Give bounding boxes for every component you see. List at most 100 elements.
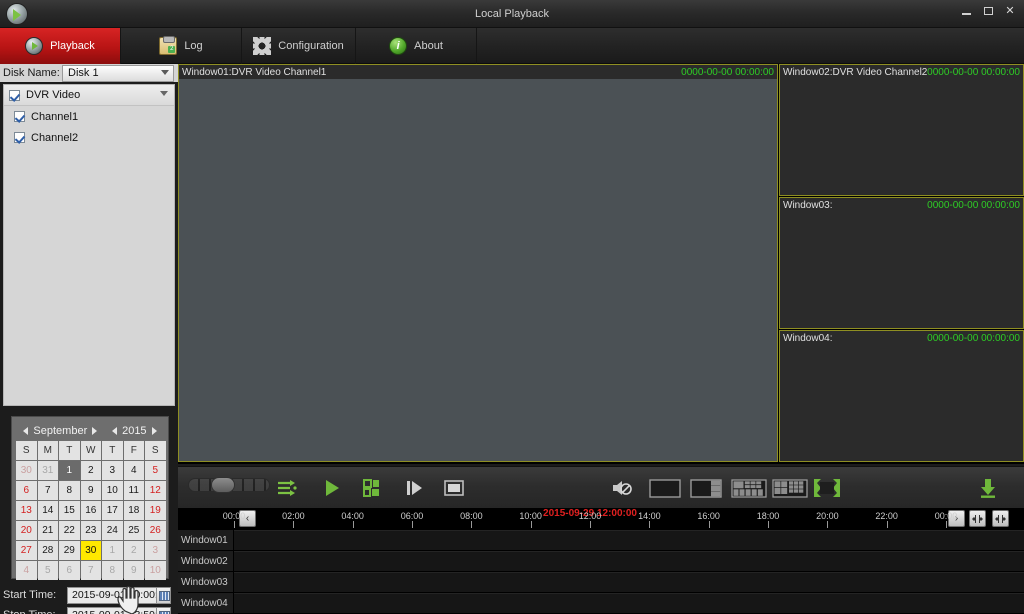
timeline-zoom-in-button[interactable]	[992, 510, 1009, 527]
timeline-row[interactable]: Window03	[178, 572, 1024, 593]
video-window-04[interactable]: Window04: 0000-00-00 00:00:00	[779, 330, 1024, 462]
calendar-day-16[interactable]: 16	[80, 501, 101, 520]
calendar-day-19[interactable]: 19	[145, 501, 166, 520]
calendar-day-7[interactable]: 7	[80, 561, 101, 580]
tree-item-channel1[interactable]: Channel1	[4, 106, 174, 127]
checkbox-channel2[interactable]	[14, 132, 25, 143]
fullscreen-button[interactable]	[812, 477, 842, 499]
tab-configuration[interactable]: Configuration	[242, 28, 356, 64]
disk-name-select[interactable]: Disk 1	[62, 64, 174, 82]
calendar-day-9[interactable]: 9	[80, 481, 101, 500]
calendar-day-1[interactable]: 1	[59, 461, 80, 480]
calendar-day-25[interactable]: 25	[123, 521, 144, 540]
calendar-day-7[interactable]: 7	[37, 481, 58, 500]
calendar-day-6[interactable]: 6	[59, 561, 80, 580]
grid-capture-button[interactable]	[360, 477, 384, 499]
calendar-icon[interactable]	[156, 606, 171, 614]
calendar-day-21[interactable]: 21	[37, 521, 58, 540]
download-button[interactable]	[976, 477, 1000, 499]
calendar-day-12[interactable]: 12	[145, 481, 166, 500]
video-window-03-canvas[interactable]	[780, 212, 1023, 328]
calendar-day-11[interactable]: 11	[123, 481, 144, 500]
tree-item-channel2[interactable]: Channel2	[4, 127, 174, 148]
timeline-track-4[interactable]	[234, 593, 1024, 613]
calendar-day-27[interactable]: 27	[16, 541, 37, 560]
video-window-04-canvas[interactable]	[780, 345, 1023, 461]
calendar-day-28[interactable]: 28	[37, 541, 58, 560]
video-window-01-canvas[interactable]	[179, 79, 777, 461]
calendar-day-9[interactable]: 9	[123, 561, 144, 580]
timeline-tick-2	[352, 521, 354, 528]
layout-4plus9-button[interactable]	[771, 477, 809, 499]
timeline-track-2[interactable]	[234, 551, 1024, 571]
prev-month-button[interactable]	[23, 427, 29, 435]
maximize-button[interactable]	[980, 4, 996, 18]
calendar-day-8[interactable]: 8	[102, 561, 123, 580]
video-window-02[interactable]: Window02:DVR Video Channel2 0000-00-00 0…	[779, 64, 1024, 196]
video-window-01[interactable]: Window01:DVR Video Channel1 0000-00-00 0…	[178, 64, 778, 462]
checkbox-channel1[interactable]	[14, 111, 25, 122]
calendar-day-13[interactable]: 13	[16, 501, 37, 520]
calendar-day-1[interactable]: 1	[102, 541, 123, 560]
calendar-day-23[interactable]: 23	[80, 521, 101, 540]
calendar-day-3[interactable]: 3	[145, 541, 166, 560]
calendar-icon[interactable]	[156, 586, 171, 604]
timeline-row[interactable]: Window04	[178, 593, 1024, 614]
tab-about[interactable]: About	[356, 28, 477, 64]
calendar-day-20[interactable]: 20	[16, 521, 37, 540]
stop-time-row: Stop Time: 2015-09-01 23:59:59	[0, 605, 178, 614]
minimize-button[interactable]	[958, 4, 974, 18]
playback-speed-slider-handle[interactable]	[211, 477, 235, 493]
tree-group-dvr-video[interactable]: DVR Video	[4, 85, 174, 106]
calendar-day-2[interactable]: 2	[80, 461, 101, 480]
calendar-month: September	[33, 425, 88, 437]
calendar-day-18[interactable]: 18	[123, 501, 144, 520]
layout-1plus7-button[interactable]	[730, 477, 768, 499]
timeline-track-1[interactable]	[234, 530, 1024, 550]
tab-log[interactable]: 2 Log	[121, 28, 242, 64]
calendar-day-4[interactable]: 4	[16, 561, 37, 580]
stop-button[interactable]	[442, 477, 466, 499]
calendar-day-31[interactable]: 31	[37, 461, 58, 480]
frame-step-settings-button[interactable]	[276, 477, 300, 499]
play-button[interactable]	[320, 477, 344, 499]
close-button[interactable]: ✕	[1002, 4, 1018, 18]
calendar-day-5[interactable]: 5	[37, 561, 58, 580]
calendar-day-2[interactable]: 2	[123, 541, 144, 560]
single-frame-button[interactable]	[402, 477, 426, 499]
video-window-03[interactable]: Window03: 0000-00-00 00:00:00	[779, 197, 1024, 329]
audio-mute-button[interactable]	[610, 477, 634, 499]
calendar-day-29[interactable]: 29	[59, 541, 80, 560]
calendar-day-5[interactable]: 5	[145, 461, 166, 480]
calendar-day-15[interactable]: 15	[59, 501, 80, 520]
calendar-day-30[interactable]: 30	[16, 461, 37, 480]
calendar-day-26[interactable]: 26	[145, 521, 166, 540]
timeline-row[interactable]: Window01	[178, 530, 1024, 551]
calendar-day-22[interactable]: 22	[59, 521, 80, 540]
timeline-ruler[interactable]: ‹ › 2015-09-29 12:00:00 00:00 02:00 04:00 0…	[178, 508, 1024, 530]
video-window-02-canvas[interactable]	[780, 79, 1023, 195]
timeline-zoom-out-button[interactable]	[969, 510, 986, 527]
calendar-day-6[interactable]: 6	[16, 481, 37, 500]
start-time-input[interactable]: 2015-09-01 00:00:00	[67, 586, 171, 604]
calendar-day-10[interactable]: 10	[102, 481, 123, 500]
calendar-day-30[interactable]: 30	[80, 541, 101, 560]
layout-1x1-button[interactable]	[648, 477, 682, 499]
calendar-day-10[interactable]: 10	[145, 561, 166, 580]
checkbox-dvr-video[interactable]	[9, 89, 20, 101]
prev-year-button[interactable]	[112, 427, 118, 435]
next-month-button[interactable]	[92, 427, 98, 435]
calendar-day-24[interactable]: 24	[102, 521, 123, 540]
chevron-down-icon[interactable]	[160, 91, 168, 96]
tab-playback[interactable]: Playback	[0, 28, 121, 64]
timeline-row[interactable]: Window02	[178, 551, 1024, 572]
next-year-button[interactable]	[151, 427, 157, 435]
calendar-day-8[interactable]: 8	[59, 481, 80, 500]
layout-1plus3-button[interactable]	[689, 477, 723, 499]
calendar-day-14[interactable]: 14	[37, 501, 58, 520]
timeline-track-3[interactable]	[234, 572, 1024, 592]
calendar-day-17[interactable]: 17	[102, 501, 123, 520]
calendar-day-3[interactable]: 3	[102, 461, 123, 480]
stop-time-input[interactable]: 2015-09-01 23:59:59	[67, 606, 171, 614]
calendar-day-4[interactable]: 4	[123, 461, 144, 480]
